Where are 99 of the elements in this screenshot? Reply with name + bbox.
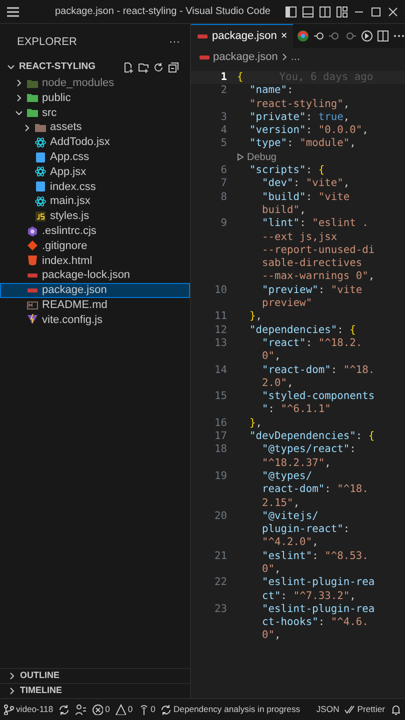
code-line: "dependencies": { [248,324,356,337]
code-line: "styled-components [261,390,375,404]
window-title: package.json - react-styling - Visual Studio Code [55,5,270,19]
code-line: ct-hooks": "^4.6. [261,616,368,630]
code-line: "type": "module", [248,137,356,151]
code-line: --max-warnings 0", [261,270,375,284]
code-line: "eslint": "^8.53. [261,550,368,563]
status-item[interactable]: 0 [92,703,110,716]
folder-title[interactable]: REACT-STYLING [19,60,96,75]
code-lens-link[interactable]: Debug [227,150,276,164]
line-number: 21 [213,550,227,563]
line-number: 6 [220,164,227,178]
tree-item[interactable]: public [0,90,190,106]
line-number: 17 [213,430,227,444]
code-line: }, [248,416,262,430]
code-line: preview" [261,297,312,310]
code-line: "eslint-plugin-rea [261,602,375,616]
code-line: ct": "^7.33.2", [261,590,356,603]
tree-item[interactable]: package.json [0,282,190,298]
code-line: "^18.2.37", [261,456,331,470]
code-line: react-dom": "^18. [261,483,368,496]
panel-header[interactable]: OUTLINE [0,668,190,683]
tree-item[interactable]: .gitignore [0,238,190,254]
code-line: --ext js,jsx [261,230,338,244]
line-number: 22 [213,576,227,590]
line-number: 16 [213,416,227,430]
code-line: "preview": "vite [261,284,362,298]
tree-item[interactable]: src [0,105,190,120]
tree-item[interactable]: App.css [0,150,190,165]
code-line: "react-dom": "^18. [261,364,375,377]
line-number: 8 [220,190,227,204]
line-number: 12 [213,324,227,337]
tree-item[interactable]: styles.js [0,208,190,224]
tree-item[interactable]: package-lock.json [0,268,190,283]
line-number: 18 [213,443,227,457]
code-line: "devDependencies": { [248,430,375,444]
line-number: 14 [213,364,227,377]
code-line: "build": "vite [261,190,350,204]
code-line: "lint": "eslint . [261,217,368,231]
status-item[interactable]: Prettier [344,703,385,716]
line-number: 23 [213,602,227,616]
code-line: 2.0", [261,376,294,390]
code-line: "@types/react": [261,443,356,457]
status-item[interactable]: Dependency analysis in progress [160,703,300,716]
close-tab-button[interactable]: × [280,28,288,45]
code-line: "eslint-plugin-rea [261,576,375,590]
tree-item[interactable]: index.html [0,253,190,268]
code-line: "private": true, [248,110,350,124]
line-number: 9 [220,217,227,231]
status-item[interactable]: video-118 [3,703,54,716]
line-number: 3 [220,110,227,124]
tree-item[interactable]: index.css [0,179,190,194]
code-line: build", [261,204,306,218]
line-number: 11 [213,310,227,324]
code-line: --report-unused-di [261,244,375,258]
status-item[interactable]: 0 [138,703,156,716]
code-line: 0", [261,629,281,643]
code-line: plugin-react": [261,523,350,536]
line-number: 20 [213,510,227,524]
code-line: "react-styling", [248,98,350,111]
breadcrumb-item[interactable]: package.json [213,48,278,66]
line-number: 19 [213,470,227,484]
code-line: "^4.2.0", [261,536,318,550]
code-line: 0", [261,350,281,364]
line-number: 2 [220,84,227,98]
line-number: 7 [220,177,227,191]
status-item[interactable]: JSON [316,703,340,716]
line-number: 10 [213,284,227,298]
code-line: "@vitejs/ [261,510,318,524]
status-item[interactable]: 0 [114,703,133,716]
editor-tab[interactable]: package.json × [191,24,294,48]
tree-item[interactable]: main.jsx [0,194,190,209]
more-actions-button[interactable]: ··· [169,34,180,50]
code-line: "react": "^18.2. [261,336,362,350]
tree-item[interactable]: vite.config.js [0,312,190,328]
sidebar-title: EXPLORER [17,34,77,50]
code-line: ": "^6.1.1" [261,403,331,417]
line-number: 13 [213,336,227,350]
tree-item[interactable]: node_modules [0,76,190,91]
tree-item[interactable]: assets [0,120,190,135]
line-number: 1 [220,71,227,84]
code-line: }, [248,310,262,324]
tree-item[interactable]: App.jsx [0,164,190,180]
line-number: 15 [213,390,227,404]
tree-item[interactable]: .eslintrc.cjs [0,224,190,239]
code-line: sable-directives [261,257,362,270]
code-line: 2.15", [261,496,300,510]
code-line: "version": "0.0.0", [248,124,368,138]
code-line: { [236,71,244,84]
tree-item[interactable]: AddTodo.jsx [0,134,190,150]
code-line: "scripts": { [248,164,325,178]
code-line: "name": [248,84,294,98]
code-line: "@types/ [261,470,312,484]
breadcrumb-item[interactable]: ... [290,48,300,66]
line-number: 4 [220,124,227,138]
tree-item[interactable]: README.md [0,298,190,313]
code-line: 0", [261,562,281,576]
line-number: 5 [220,137,227,151]
code-line: "dev": "vite", [261,177,350,191]
